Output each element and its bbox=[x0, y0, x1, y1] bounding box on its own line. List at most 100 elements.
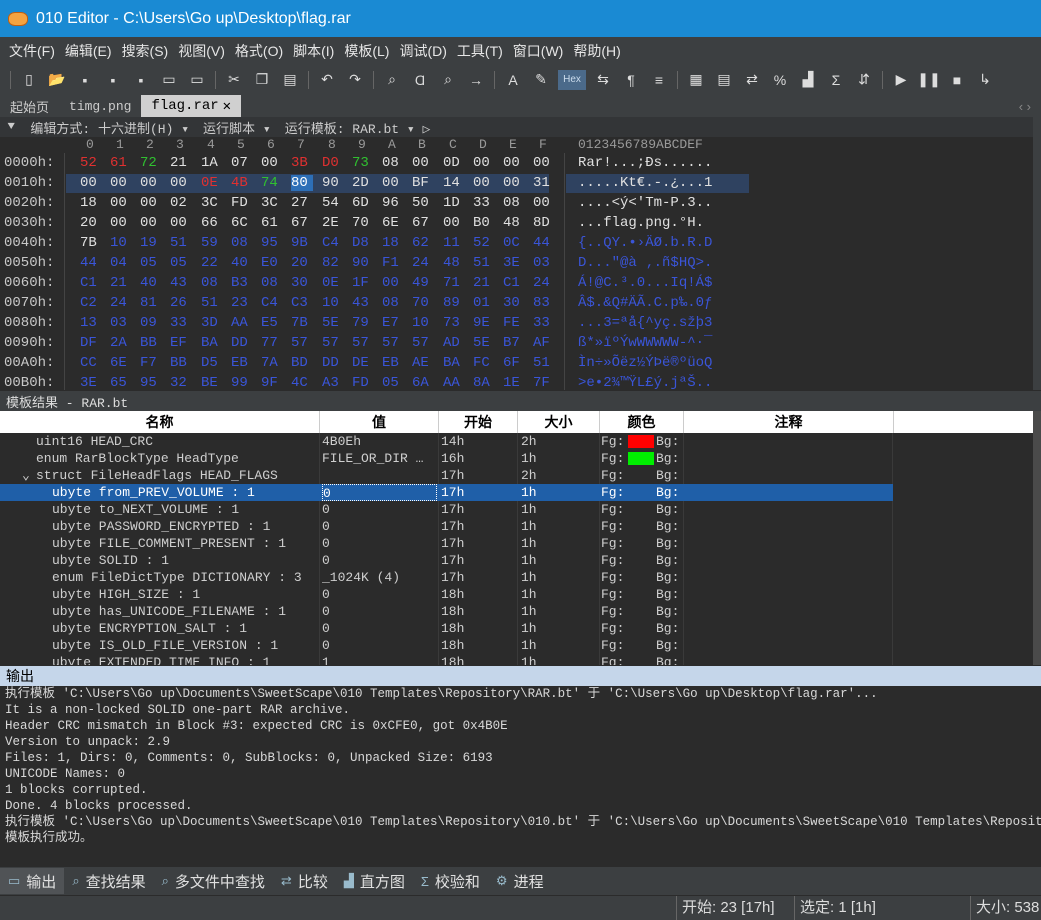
hex-byte[interactable]: B0 bbox=[473, 215, 503, 231]
menu-item-9[interactable]: 窗口(W) bbox=[508, 41, 569, 61]
table-row[interactable]: ubyte to_NEXT_VOLUME : 1 0 17h 1h Fg: Bg: bbox=[0, 501, 893, 518]
hex-byte[interactable]: AA bbox=[443, 375, 473, 391]
edit-mode-dropdown[interactable]: 编辑方式: 十六进制(H) ▾ bbox=[30, 118, 189, 137]
hex-byte[interactable]: FE bbox=[503, 315, 533, 331]
field-value[interactable]: 0 bbox=[322, 603, 437, 620]
hex-byte[interactable]: 3E bbox=[503, 255, 533, 271]
run-icon[interactable]: ▶ bbox=[890, 70, 912, 90]
hex-byte[interactable]: 57 bbox=[382, 335, 412, 351]
hex-byte[interactable]: 00 bbox=[443, 215, 473, 231]
expand-icon[interactable]: ⌄ bbox=[22, 467, 34, 484]
hex-byte[interactable]: A3 bbox=[322, 375, 352, 391]
hex-byte[interactable]: 21 bbox=[473, 275, 503, 291]
hex-byte[interactable]: 30 bbox=[503, 295, 533, 311]
hex-byte[interactable]: 33 bbox=[533, 315, 563, 331]
hex-byte[interactable]: 73 bbox=[352, 155, 382, 171]
hex-scrollbar[interactable] bbox=[1033, 117, 1041, 390]
hex-byte[interactable]: 43 bbox=[170, 275, 200, 291]
field-value[interactable]: 0 bbox=[322, 484, 437, 501]
hex-byte[interactable]: 02 bbox=[170, 195, 200, 211]
hex-byte[interactable]: 95 bbox=[261, 235, 291, 251]
hex-byte[interactable]: 1A bbox=[201, 155, 231, 171]
hex-byte[interactable]: E0 bbox=[261, 255, 291, 271]
hex-byte[interactable]: 57 bbox=[322, 335, 352, 351]
hex-byte[interactable]: EB bbox=[382, 355, 412, 371]
clipboard-icon[interactable]: ▤ bbox=[713, 70, 735, 90]
fg-color-swatch[interactable] bbox=[628, 435, 654, 448]
hex-byte[interactable]: FD bbox=[352, 375, 382, 391]
hex-byte[interactable]: 00 bbox=[382, 175, 412, 191]
tab-start-page[interactable]: 起始页 bbox=[0, 95, 59, 117]
hex-byte[interactable]: 00 bbox=[140, 195, 170, 211]
field-value[interactable]: 0 bbox=[322, 586, 437, 603]
hex-byte[interactable]: 74 bbox=[261, 175, 291, 191]
col-comment[interactable]: 注释 bbox=[684, 411, 894, 433]
ascii-text[interactable]: Â$.&Q#ÄÃ.C.p‰.0ƒ bbox=[578, 295, 712, 311]
cut-icon[interactable]: ✂ bbox=[223, 70, 245, 90]
hex-byte[interactable]: 67 bbox=[412, 215, 442, 231]
hex-byte[interactable]: 51 bbox=[473, 255, 503, 271]
hex-byte[interactable]: 30 bbox=[291, 275, 321, 291]
ascii-text[interactable]: >e•2¾™ŸL£ý.jªŠ.. bbox=[578, 375, 712, 391]
hex-byte[interactable]: 67 bbox=[291, 215, 321, 231]
hex-editor[interactable]: 0 1 2 3 4 5 6 7 8 9 A B C D E F 0123456789ABCDEF 0000h: 52… bbox=[0, 137, 1033, 391]
hex-byte[interactable]: 52 bbox=[473, 235, 503, 251]
hex-byte[interactable]: BA bbox=[443, 355, 473, 371]
hex-byte[interactable]: 05 bbox=[170, 255, 200, 271]
hex-byte[interactable]: B3 bbox=[231, 275, 261, 291]
hex-byte[interactable]: 33 bbox=[170, 315, 200, 331]
ascii-text[interactable]: ß*»ïºÝwWWWWW-^·¯ bbox=[578, 335, 712, 351]
hex-byte[interactable]: 48 bbox=[503, 215, 533, 231]
fg-color-swatch[interactable] bbox=[628, 452, 654, 465]
hex-byte[interactable]: 62 bbox=[412, 235, 442, 251]
ascii-text[interactable]: ....<ý<'Tm-P.3.. bbox=[578, 195, 712, 211]
hex-byte[interactable]: BD bbox=[291, 355, 321, 371]
hex-byte[interactable]: C2 bbox=[80, 295, 110, 311]
hex-byte[interactable]: 08 bbox=[201, 275, 231, 291]
hex-byte[interactable]: 10 bbox=[110, 235, 140, 251]
hex-byte[interactable]: 6F bbox=[503, 355, 533, 371]
hex-byte[interactable]: E7 bbox=[382, 315, 412, 331]
hex-byte[interactable]: F7 bbox=[140, 355, 170, 371]
hex-byte[interactable]: 21 bbox=[170, 155, 200, 171]
undo-icon[interactable]: ↶ bbox=[316, 70, 338, 90]
field-value[interactable]: 1 bbox=[322, 654, 437, 665]
hex-byte[interactable]: DD bbox=[231, 335, 261, 351]
ascii-text[interactable]: ...3=ªå{^yç.sžþ3 bbox=[578, 315, 712, 331]
hex-byte[interactable]: 96 bbox=[382, 195, 412, 211]
col-value[interactable]: 值 bbox=[320, 411, 439, 433]
hex-byte[interactable]: 0C bbox=[503, 235, 533, 251]
calculator-icon[interactable]: ▦ bbox=[685, 70, 707, 90]
table-row[interactable]: ubyte EXTENDED_TIME_INFO : 1 1 18h 1h Fg: Bg: bbox=[0, 654, 893, 665]
hex-byte[interactable]: BB bbox=[170, 355, 200, 371]
field-value[interactable]: 4B0Eh bbox=[322, 433, 437, 450]
hex-byte[interactable]: BE bbox=[201, 375, 231, 391]
hex-byte[interactable]: 33 bbox=[473, 195, 503, 211]
hex-byte[interactable]: FC bbox=[473, 355, 503, 371]
hex-byte[interactable]: 3C bbox=[261, 195, 291, 211]
hex-byte[interactable]: 24 bbox=[110, 295, 140, 311]
hex-byte[interactable]: 61 bbox=[110, 155, 140, 171]
hex-byte[interactable]: BB bbox=[140, 335, 170, 351]
hex-byte[interactable]: AA bbox=[231, 315, 261, 331]
hex-byte[interactable]: 49 bbox=[412, 275, 442, 291]
save-all-icon[interactable]: ▪ bbox=[130, 70, 152, 90]
hex-byte[interactable]: 6D bbox=[352, 195, 382, 211]
hex-byte[interactable]: 26 bbox=[170, 295, 200, 311]
hex-byte[interactable]: 7A bbox=[261, 355, 291, 371]
hex-byte[interactable]: 08 bbox=[382, 155, 412, 171]
hex-byte[interactable]: C1 bbox=[80, 275, 110, 291]
collapse-icon[interactable]: ⯆ bbox=[6, 120, 16, 135]
hex-byte[interactable]: 40 bbox=[231, 255, 261, 271]
template-scrollbar[interactable] bbox=[1033, 411, 1041, 665]
word-wrap-icon[interactable]: ≡ bbox=[648, 70, 670, 90]
hex-byte[interactable]: C4 bbox=[322, 235, 352, 251]
hex-byte[interactable]: 57 bbox=[352, 335, 382, 351]
hex-byte[interactable]: 31 bbox=[533, 175, 563, 191]
hex-byte[interactable]: D8 bbox=[352, 235, 382, 251]
hex-byte[interactable]: 1D bbox=[443, 195, 473, 211]
hex-byte[interactable]: 59 bbox=[201, 235, 231, 251]
table-row[interactable]: ubyte PASSWORD_ENCRYPTED : 1 0 17h 1h Fg: Bg: bbox=[0, 518, 893, 535]
hex-byte[interactable]: EB bbox=[231, 355, 261, 371]
hex-byte[interactable]: 00 bbox=[110, 175, 140, 191]
